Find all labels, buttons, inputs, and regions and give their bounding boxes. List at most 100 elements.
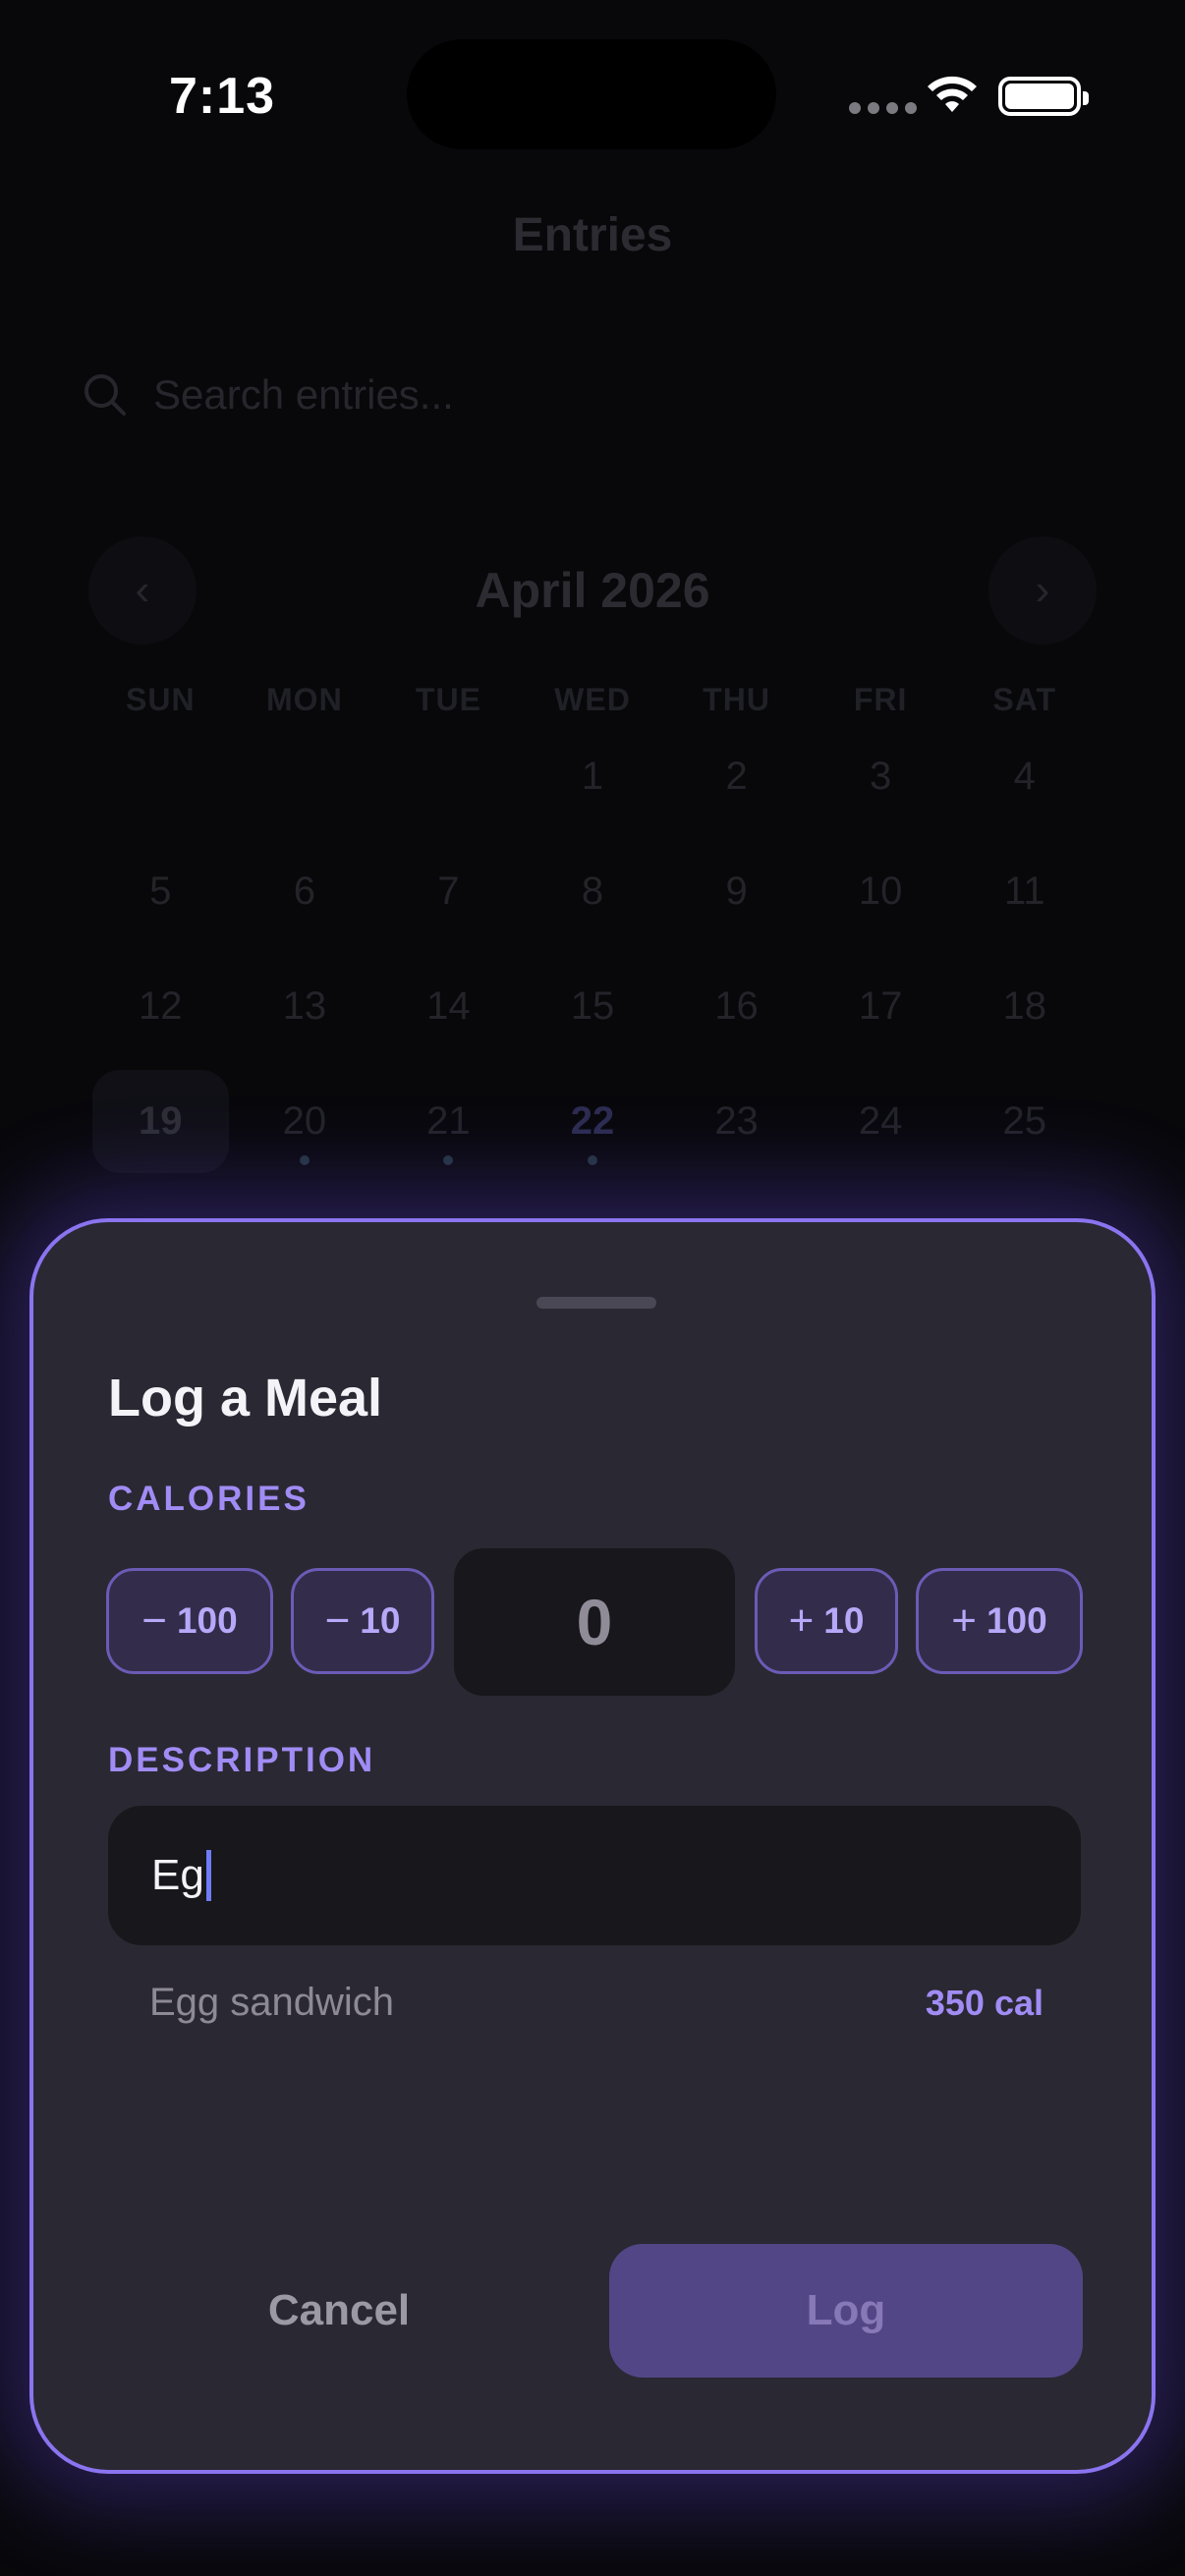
calendar-day[interactable]: 1 — [521, 719, 665, 834]
weekday-label: SUN — [126, 682, 196, 717]
calendar-day-number: 9 — [725, 869, 748, 913]
calendar-day[interactable]: 20 — [233, 1064, 377, 1179]
calendar-day-number: 8 — [581, 869, 604, 913]
dynamic-island — [407, 39, 776, 149]
calendar-day-number: 24 — [858, 1099, 903, 1143]
calories-value[interactable]: 0 — [454, 1548, 735, 1696]
minus-100-button[interactable]: − 100 — [106, 1568, 273, 1674]
wifi-icon — [928, 76, 977, 112]
entry-indicator-dot — [443, 1155, 454, 1165]
calendar-next-button[interactable]: › — [988, 536, 1097, 644]
calendar-empty-cell — [88, 719, 233, 834]
chevron-right-icon: › — [1035, 566, 1050, 614]
calendar-day-number: 16 — [714, 984, 759, 1028]
calendar-day-number: 19 — [139, 1099, 183, 1143]
suggestion-name: Egg sandwich — [149, 1981, 395, 2024]
calendar-day[interactable]: 9 — [664, 834, 809, 949]
calendar-day[interactable]: 11 — [952, 834, 1097, 949]
calendar-empty-cell — [233, 719, 377, 834]
calendar-day[interactable]: 3 — [809, 719, 953, 834]
calendar-day-number: 6 — [293, 869, 315, 913]
minus-icon: − — [324, 1596, 351, 1645]
cellular-signal-icon — [849, 102, 917, 114]
calendar-day[interactable]: 16 — [664, 949, 809, 1064]
calendar-day-number: 20 — [282, 1099, 327, 1143]
calendar-day-number: 1 — [581, 755, 604, 798]
weekday-label: MON — [266, 682, 343, 717]
calendar-day-number: 12 — [139, 984, 183, 1028]
text-caret — [205, 1850, 211, 1901]
calendar-day-number: 7 — [437, 869, 460, 913]
entry-indicator-dot — [587, 1155, 597, 1165]
description-input[interactable]: Eg — [108, 1806, 1081, 1945]
status-time: 7:13 — [169, 68, 276, 125]
weekday-label: THU — [703, 682, 770, 717]
stepper-amount: 10 — [823, 1600, 865, 1641]
calendar-day[interactable]: 7 — [376, 834, 521, 949]
calendar-day-number: 4 — [1013, 755, 1036, 798]
calendar-day[interactable]: 5 — [88, 834, 233, 949]
battery-icon — [998, 77, 1089, 116]
calendar-day[interactable]: 22 — [521, 1064, 665, 1179]
weekday-label: TUE — [415, 682, 481, 717]
search-placeholder: Search entries... — [153, 371, 454, 418]
description-input-value: Eg — [151, 1851, 204, 1899]
calendar-day-number: 18 — [1002, 984, 1046, 1028]
sheet-title: Log a Meal — [108, 1369, 383, 1428]
calendar-day[interactable]: 18 — [952, 949, 1097, 1064]
calendar-day[interactable]: 13 — [233, 949, 377, 1064]
calendar-day[interactable]: 10 — [809, 834, 953, 949]
suggestion-item[interactable]: Egg sandwich 350 cal — [149, 1981, 1044, 2025]
calendar-day[interactable]: 25 — [952, 1064, 1097, 1179]
calendar-day[interactable]: 8 — [521, 834, 665, 949]
plus-icon: + — [951, 1596, 977, 1645]
search-bar[interactable]: Search entries... — [83, 371, 454, 419]
plus-100-button[interactable]: + 100 — [916, 1568, 1083, 1674]
screen: 7:13 Entries Search entries... ‹ April 2… — [0, 0, 1185, 2576]
stepper-amount: 10 — [360, 1600, 401, 1641]
calendar-day-number: 5 — [149, 869, 172, 913]
calendar-day-number: 25 — [1002, 1099, 1046, 1143]
log-button[interactable]: Log — [609, 2244, 1083, 2378]
calendar-day[interactable]: 12 — [88, 949, 233, 1064]
minus-10-button[interactable]: − 10 — [291, 1568, 434, 1674]
calendar-day[interactable]: 19 — [92, 1070, 229, 1173]
suggestion-calories: 350 cal — [925, 1982, 1044, 2023]
sheet-grabber[interactable] — [536, 1297, 656, 1309]
calories-label: CALORIES — [108, 1480, 310, 1518]
page-title: Entries — [512, 209, 673, 261]
weekday-label: FRI — [853, 682, 908, 717]
calendar-grid: 1 2 3 4 5 6 7 8 9 10 11 12 13 14 15 16 17 18 19 20 21 22 23 24 2… — [88, 719, 1097, 1179]
calendar-day-number: 2 — [725, 755, 748, 798]
calendar-empty-cell — [376, 719, 521, 834]
calendar-day-number: 15 — [570, 984, 615, 1028]
calendar-day-number: 23 — [714, 1099, 759, 1143]
calendar-day-number: 17 — [858, 984, 903, 1028]
calendar-day-number: 10 — [858, 869, 903, 913]
calendar-day[interactable]: 21 — [376, 1064, 521, 1179]
stepper-amount: 100 — [986, 1600, 1047, 1641]
calendar-day[interactable]: 4 — [952, 719, 1097, 834]
entry-indicator-dot — [299, 1155, 310, 1165]
calendar-day-number: 3 — [870, 755, 892, 798]
calendar-day-number: 11 — [1003, 869, 1045, 913]
calendar-day[interactable]: 14 — [376, 949, 521, 1064]
calendar-weekday-header: SUN MON TUE WED THU FRI SAT — [88, 682, 1097, 718]
calendar-day[interactable]: 15 — [521, 949, 665, 1064]
calendar-day-number: 22 — [570, 1099, 615, 1143]
search-icon — [85, 374, 126, 416]
calendar-day[interactable]: 2 — [664, 719, 809, 834]
calendar-day[interactable]: 6 — [233, 834, 377, 949]
calendar-day-number: 21 — [426, 1099, 471, 1143]
cancel-button[interactable]: Cancel — [108, 2244, 570, 2378]
weekday-label: WED — [554, 682, 631, 717]
calendar-day[interactable]: 24 — [809, 1064, 953, 1179]
calendar-day[interactable]: 23 — [664, 1064, 809, 1179]
plus-10-button[interactable]: + 10 — [755, 1568, 898, 1674]
log-meal-sheet: Log a Meal CALORIES − 100 − 10 0 + 10 + … — [29, 1218, 1156, 2474]
calendar-day-number: 14 — [426, 984, 471, 1028]
calendar-day[interactable]: 17 — [809, 949, 953, 1064]
minus-icon: − — [141, 1596, 167, 1645]
description-label: DESCRIPTION — [108, 1741, 376, 1779]
stepper-amount: 100 — [176, 1600, 238, 1641]
